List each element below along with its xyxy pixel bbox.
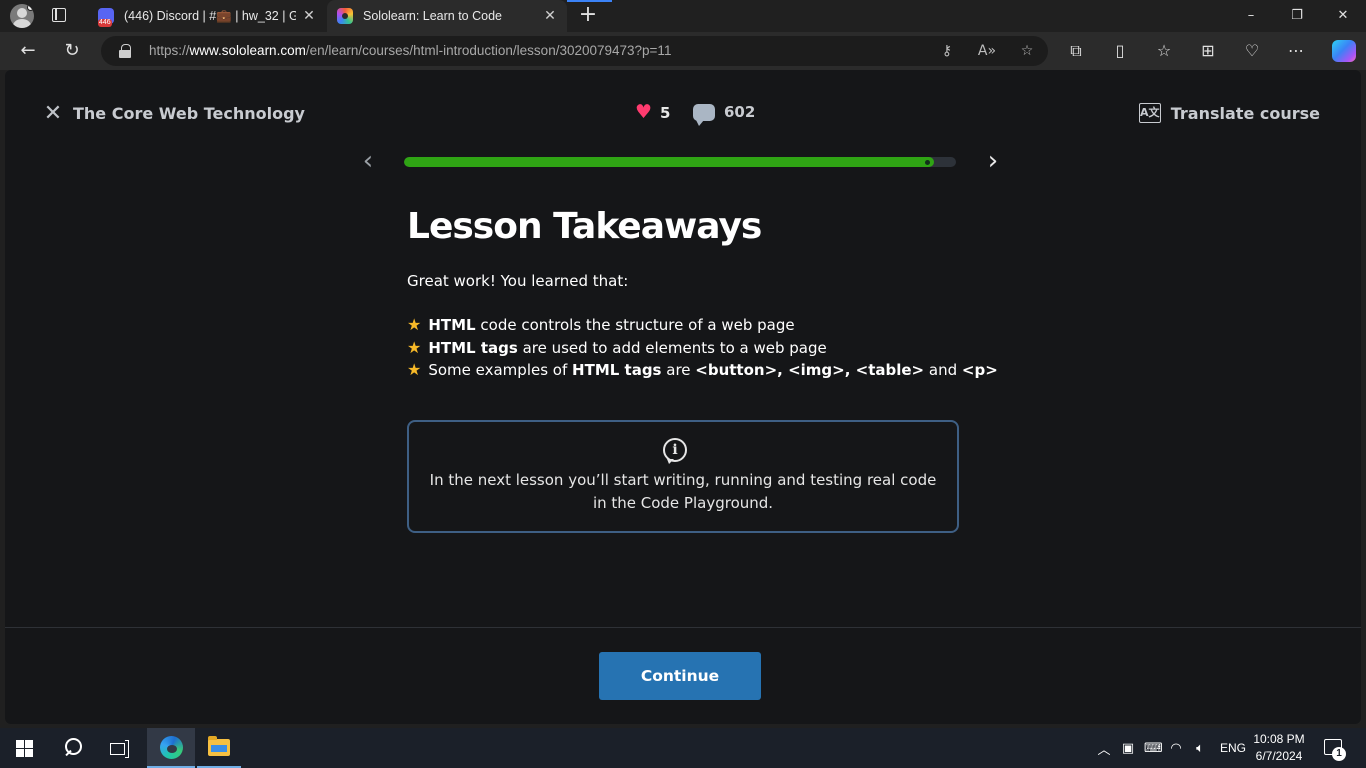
back-icon[interactable]: ← (16, 39, 40, 63)
system-tray: ︿ ▣ ⌨ ◠ 🔈︎ ENG (1096, 728, 1246, 768)
sololearn-favicon-icon (337, 8, 353, 24)
lesson-title: Lesson Takeaways (407, 206, 762, 247)
star-icon: ★ (407, 315, 422, 334)
comments-count: 602 (724, 103, 756, 121)
lock-icon[interactable] (119, 44, 131, 58)
clock[interactable]: 10:08 PM 6/7/2024 (1250, 731, 1308, 765)
profile-avatar-icon[interactable] (10, 4, 34, 28)
translate-label: Translate course (1170, 103, 1320, 123)
address-bar[interactable]: https://www.sololearn.com/en/learn/cours… (101, 36, 1048, 66)
tab-notification-badge: 446 (98, 19, 112, 27)
star-icon: ★ (407, 337, 422, 357)
browser-toolbar: ← ↻ https://www.sololearn.com/en/learn/c… (0, 32, 1366, 70)
collections-icon[interactable]: ⊞ (1196, 39, 1220, 63)
translate-icon: A文 (1138, 103, 1161, 123)
read-aloud-icon[interactable]: A» (976, 40, 998, 62)
takeaways-list: ★ HTML code controls the structure of a w… (407, 314, 998, 382)
windows-start-icon[interactable] (16, 740, 33, 757)
lesson-content: Lesson Takeaways Great work! You learned… (407, 206, 998, 382)
more-icon[interactable]: ⋯ (1284, 39, 1308, 63)
progress-fill (404, 157, 934, 167)
split-screen-icon[interactable]: ▯ (1108, 39, 1132, 63)
clock-time: 10:08 PM (1253, 732, 1305, 746)
close-window-button[interactable]: ✕ (1320, 0, 1366, 32)
close-tab-icon[interactable]: ✕ (543, 8, 557, 22)
previous-page-icon[interactable]: ‹ (357, 148, 379, 174)
favorites-icon[interactable]: ☆ (1152, 39, 1176, 63)
takeaway-item: ★ HTML code controls the structure of a w… (407, 315, 795, 334)
restore-button[interactable]: ❐ (1274, 0, 1320, 32)
takeaway-item: ★ HTML tags are used to add elements to a… (407, 337, 827, 357)
clock-date: 6/7/2024 (1255, 749, 1303, 763)
key-icon[interactable]: ⚷ (936, 40, 958, 62)
progress-position-dot (925, 160, 930, 165)
star-icon: ★ (407, 360, 422, 379)
performance-icon[interactable]: ♡ (1240, 39, 1264, 63)
hearts-counter[interactable]: ♥ 5 (635, 103, 670, 122)
lesson-page: ✕ The Core Web Technology ♥ 5 602 A文 Tra… (5, 70, 1361, 724)
file-explorer-icon[interactable] (197, 728, 241, 768)
close-lesson-icon[interactable]: ✕ (43, 103, 63, 125)
info-text: In the next lesson you’ll start writing,… (429, 471, 937, 512)
translate-course-button[interactable]: A文 Translate course (1138, 103, 1320, 123)
lesson-intro: Great work! You learned that: (407, 272, 629, 290)
tab-title: (446) Discord | #💼 | hw_32 | Goa (124, 8, 296, 23)
info-callout: i In the next lesson you’ll start writin… (407, 420, 959, 533)
lesson-progress: ‹ › (357, 148, 1005, 174)
course-name[interactable]: The Core Web Technology (73, 104, 305, 123)
notification-count: 1 (1332, 747, 1346, 761)
windows-taskbar: ︿ ▣ ⌨ ◠ 🔈︎ ENG 10:08 PM 6/7/2024 1 (0, 728, 1366, 768)
continue-button[interactable]: Continue (599, 652, 761, 700)
volume-icon[interactable]: 🔈︎ (1192, 741, 1208, 756)
lesson-header: ✕ The Core Web Technology ♥ 5 602 A文 Tra… (5, 70, 1361, 158)
heart-icon: ♥ (635, 101, 653, 123)
footer-divider (5, 627, 1361, 628)
tab-sololearn[interactable]: Sololearn: Learn to Code ✕ (327, 0, 567, 32)
edge-taskbar-icon[interactable] (147, 728, 195, 768)
copilot-icon[interactable] (1332, 40, 1356, 62)
meet-now-icon[interactable]: ▣ (1120, 741, 1136, 756)
task-view-icon[interactable] (110, 740, 129, 758)
input-method-icon[interactable]: ⌨ (1144, 741, 1163, 756)
wifi-icon[interactable]: ◠ (1168, 741, 1184, 756)
tab-discord[interactable]: 446 (446) Discord | #💼 | hw_32 | Goa ✕ (88, 0, 326, 32)
chevron-up-icon[interactable]: ︿ (1096, 739, 1112, 758)
browser-tab-strip: 446 (446) Discord | #💼 | hw_32 | Goa ✕ S… (0, 0, 1366, 32)
extensions-icon[interactable]: ⧉ (1064, 39, 1088, 63)
refresh-icon[interactable]: ↻ (60, 39, 84, 63)
favorite-star-icon[interactable]: ☆ (1016, 40, 1038, 62)
info-icon: i (663, 438, 687, 464)
window-controls: – ❐ ✕ (1228, 0, 1366, 32)
comment-bubble-icon (693, 103, 715, 126)
next-page-icon[interactable]: › (982, 148, 1004, 174)
close-tab-icon[interactable]: ✕ (302, 8, 316, 22)
search-icon[interactable] (62, 737, 84, 759)
minimize-button[interactable]: – (1228, 0, 1274, 32)
progress-track (404, 157, 956, 167)
hearts-count: 5 (660, 103, 671, 122)
comments-button[interactable]: 602 (693, 103, 756, 126)
notifications-icon[interactable]: 1 (1324, 739, 1346, 761)
takeaway-item: ★ Some examples of HTML tags are <button>… (407, 360, 998, 379)
language-indicator[interactable]: ENG (1220, 741, 1246, 755)
tab-actions-icon[interactable] (52, 8, 66, 22)
new-tab-button[interactable]: + (577, 4, 599, 27)
discord-favicon-icon: 446 (98, 8, 114, 27)
tab-title: Sololearn: Learn to Code (363, 9, 502, 23)
url-text[interactable]: https://www.sololearn.com/en/learn/cours… (149, 43, 671, 58)
